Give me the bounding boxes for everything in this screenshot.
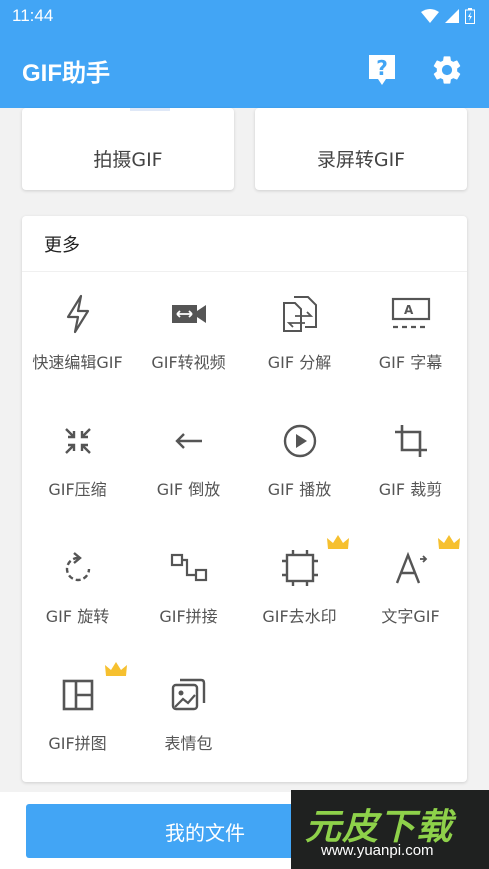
tile-gif-collage[interactable]: GIF拼图 — [22, 653, 133, 780]
tile-gif-rotate[interactable]: GIF 旋转 — [22, 526, 133, 653]
status-bar: 11:44 — [0, 0, 489, 32]
arrow-left-icon — [174, 433, 202, 449]
tile-label: GIF 字幕 — [378, 353, 443, 372]
tile-label: GIF 倒放 — [156, 480, 221, 499]
tile-text-gif[interactable]: 文字GIF — [355, 526, 466, 653]
tile-gif-remove-watermark[interactable]: GIF去水印 — [244, 526, 355, 653]
rotate-icon — [65, 552, 90, 582]
status-time: 11:44 — [12, 6, 54, 25]
tile-label: GIF拼图 — [48, 734, 107, 753]
site-watermark: 元皮下载 www.yuanpi.com — [291, 790, 489, 869]
crown-icon — [104, 662, 127, 676]
tile-gif-play[interactable]: GIF 播放 — [244, 399, 355, 526]
crown-icon — [437, 535, 460, 549]
subtitle-icon: A — [391, 297, 430, 329]
tile-sticker-pack[interactable]: 表情包 — [133, 653, 244, 780]
compress-icon — [64, 428, 91, 454]
screen-record-label: 录屏转GIF — [316, 148, 406, 171]
tile-gif-reverse[interactable]: GIF 倒放 — [133, 399, 244, 526]
my-files-label: 我的文件 — [165, 820, 245, 845]
battery-icon — [465, 8, 475, 24]
app-bar: 11:44 GIF助手 ? — [0, 0, 489, 108]
tile-gif-to-video[interactable]: GIF转视频 — [133, 272, 244, 399]
settings-button[interactable] — [427, 50, 467, 90]
screen-record-card[interactable]: 录屏转GIF — [255, 108, 467, 190]
tile-quick-edit[interactable]: 快速编辑GIF — [22, 272, 133, 399]
join-icon — [170, 553, 207, 582]
split-pages-icon — [282, 296, 317, 332]
app-title: GIF助手 — [22, 59, 110, 87]
toolbar: GIF助手 ? — [0, 40, 489, 100]
tile-gif-compress[interactable]: GIF压缩 — [22, 399, 133, 526]
gallery-icon — [171, 678, 205, 711]
watermark-remove-icon — [281, 550, 318, 586]
help-icon: ? — [369, 55, 395, 85]
tile-label: GIF拼接 — [159, 607, 218, 626]
crown-icon — [326, 535, 349, 549]
tile-gif-split[interactable]: GIF 分解 — [244, 272, 355, 399]
video-camera-icon — [171, 305, 206, 323]
help-button[interactable]: ? — [362, 50, 402, 90]
collage-icon — [62, 679, 93, 711]
more-header: 更多 — [22, 216, 467, 272]
lightning-icon — [66, 294, 89, 334]
tile-label: GIF 裁剪 — [378, 480, 443, 499]
tile-label: 文字GIF — [381, 607, 440, 626]
tile-label: 表情包 — [164, 734, 213, 753]
tile-label: GIF 播放 — [267, 480, 332, 499]
text-icon — [395, 551, 427, 584]
play-circle-icon — [283, 424, 316, 458]
tile-gif-join[interactable]: GIF拼接 — [133, 526, 244, 653]
wifi-icon — [421, 9, 439, 23]
tile-label: GIF压缩 — [48, 480, 107, 499]
tile-label: GIF去水印 — [262, 607, 337, 626]
tile-label: GIF转视频 — [151, 353, 226, 372]
more-card: 更多 快速编辑GIF GIF转视频 GIF 分解 A GIF 字幕 GIF压缩 … — [22, 216, 467, 782]
crop-icon — [394, 425, 427, 457]
tile-label: 快速编辑GIF — [32, 353, 123, 372]
tile-gif-crop[interactable]: GIF 裁剪 — [355, 399, 466, 526]
watermark-url: www.yuanpi.com — [321, 842, 434, 859]
gear-icon — [433, 56, 461, 84]
tile-label: GIF 分解 — [267, 353, 332, 372]
signal-icon — [445, 9, 459, 23]
tile-gif-subtitle[interactable]: A GIF 字幕 — [355, 272, 466, 399]
tile-label: GIF 旋转 — [45, 607, 110, 626]
svg-text:?: ? — [376, 56, 388, 80]
svg-text:A: A — [404, 303, 414, 317]
status-icons — [421, 8, 475, 24]
capture-gif-label: 拍摄GIF — [93, 148, 163, 171]
card-image-edge — [130, 108, 170, 111]
capture-gif-card[interactable]: 拍摄GIF — [22, 108, 234, 190]
